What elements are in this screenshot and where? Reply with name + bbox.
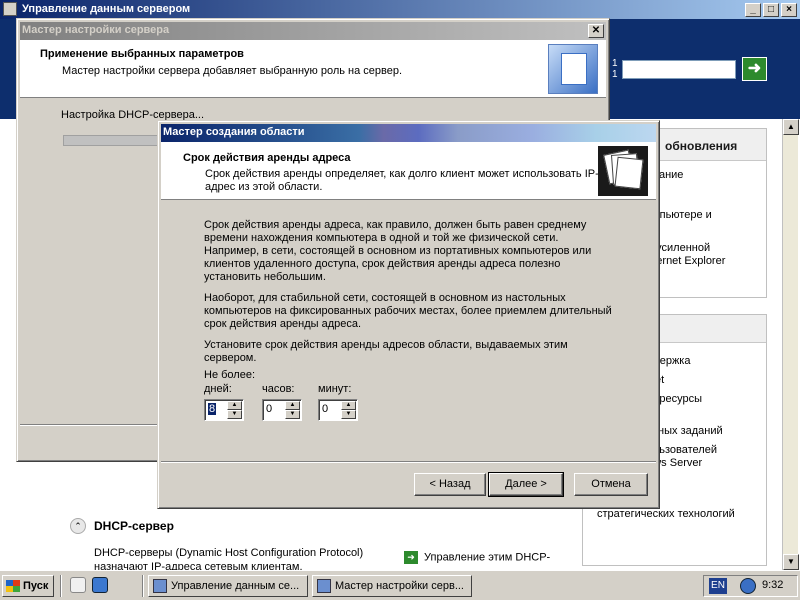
collapse-chevron-icon[interactable]: ⌃ [70,518,86,534]
minutes-value[interactable]: 0 [322,403,328,415]
network-icon[interactable] [740,578,756,594]
minimize-button[interactable]: _ [745,3,761,17]
close-button[interactable]: × [781,3,797,17]
internet-explorer-icon[interactable] [92,577,108,593]
taskbar-divider [142,575,144,597]
minutes-stepper[interactable]: 0 ▲ ▼ [318,399,358,421]
decrement-icon[interactable]: ▼ [341,410,356,419]
taskbar-item-label: Мастер настройки серв... [335,580,464,592]
configure-wizard-heading: Применение выбранных параметров [40,48,244,60]
page-title: Срок действия аренды адреса [183,152,351,164]
increment-icon[interactable]: ▲ [227,401,242,410]
hours-label: часов: [262,383,295,395]
maximize-button[interactable]: □ [763,3,779,17]
taskbar-divider [60,575,62,597]
start-button[interactable]: Пуск [2,575,54,597]
increment-icon[interactable]: ▲ [285,401,300,410]
taskbar: Пуск Управление данным се... Мастер наст… [0,570,800,600]
manage-dhcp-label: Управление этим DHCP- [424,551,551,564]
manage-server-titlebar[interactable]: Управление данным сервером _ □ × [0,0,800,19]
go-arrow-icon[interactable]: ➜ [742,57,767,81]
show-desktop-icon[interactable] [70,577,86,593]
days-value[interactable]: 8 [208,403,217,415]
no-more-label: Не более: [204,369,256,381]
checklist-icon [548,44,598,94]
server-icon [3,2,17,16]
increment-icon[interactable]: ▲ [341,401,356,410]
days-label: дней: [204,383,232,395]
scroll-down-icon[interactable]: ▼ [783,554,799,570]
divider [161,461,656,463]
start-label: Пуск [23,580,49,592]
taskbar-item-label: Управление данным се... [171,580,300,592]
days-stepper[interactable]: 8 ▲ ▼ [204,399,244,421]
scope-wizard-title: Мастер создания области [163,126,305,138]
page-subtitle: Срок действия аренды определяет, как дол… [205,168,599,193]
description-paragraph: Срок действия аренды адреса, как правило… [204,219,592,283]
minutes-label: минут: [318,383,352,395]
cancel-button[interactable]: Отмена [574,473,648,496]
clock[interactable]: 9:32 [762,579,783,591]
back-button[interactable]: < Назад [414,473,486,496]
system-tray: EN 9:32 [703,575,798,597]
wizard-icon [317,579,331,593]
configure-wizard-header: Применение выбранных параметров Мастер н… [20,40,606,98]
close-icon[interactable]: ✕ [588,24,604,38]
manage-server-title: Управление данным сервером [22,3,191,15]
decrement-icon[interactable]: ▼ [227,410,242,419]
description-paragraph: Установите срок действия аренды адресов … [204,339,568,364]
documents-icon [598,146,648,196]
hours-value[interactable]: 0 [266,403,272,415]
search-label: 1 1 [612,58,618,80]
scroll-up-icon[interactable]: ▲ [783,119,799,135]
dhcp-role-title: DHCP-сервер [94,519,174,533]
minutes-field: минут: 0 ▲ ▼ [318,383,358,421]
search-input[interactable] [622,60,736,79]
taskbar-item-manage-server[interactable]: Управление данным се... [148,575,308,597]
scope-wizard-titlebar[interactable]: Мастер создания области [161,124,656,142]
taskbar-item-configure-wizard[interactable]: Мастер настройки серв... [312,575,472,597]
scope-wizard-header: Срок действия аренды адреса Срок действи… [161,142,656,200]
description-text: Срок действия аренды адреса, как правило… [204,219,614,373]
vertical-scrollbar[interactable]: ▲ ▼ [782,119,799,570]
configure-wizard-title: Мастер настройки сервера [22,24,170,36]
windows-flag-icon [6,580,20,592]
new-scope-wizard: Мастер создания области Срок действия ар… [157,120,660,509]
server-icon [153,579,167,593]
decrement-icon[interactable]: ▼ [285,410,300,419]
configure-wizard-titlebar[interactable]: Мастер настройки сервера ✕ [20,22,606,40]
hours-stepper[interactable]: 0 ▲ ▼ [262,399,302,421]
description-paragraph: Наоборот, для стабильной сети, состоящей… [204,292,612,330]
go-arrow-icon: ➜ [404,551,418,564]
hours-field: часов: 0 ▲ ▼ [262,383,302,421]
next-button[interactable]: Далее > [488,472,564,497]
language-indicator[interactable]: EN [709,578,727,594]
configure-wizard-subheading: Мастер настройки сервера добавляет выбра… [62,65,403,77]
manage-dhcp-link[interactable]: ➜ Управление этим DHCP- [404,551,550,564]
days-field: дней: 8 ▲ ▼ [204,383,244,421]
